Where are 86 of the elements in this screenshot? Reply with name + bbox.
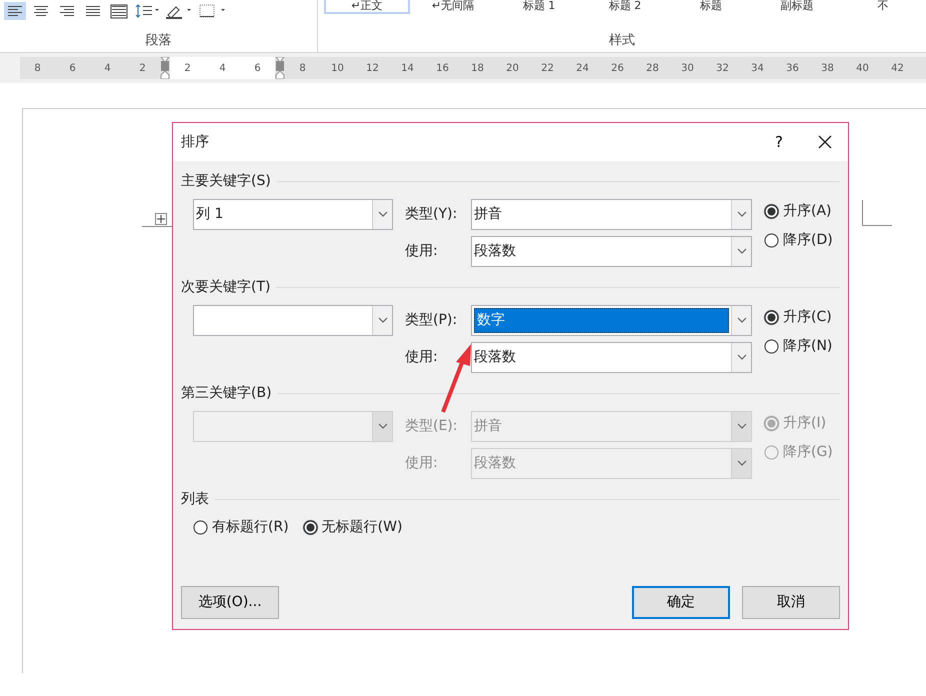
table-move-handle-icon[interactable] bbox=[155, 213, 167, 225]
table-border-line bbox=[862, 200, 892, 226]
ruler-number: 8 bbox=[33, 62, 42, 76]
chevron-icon bbox=[376, 211, 388, 218]
line-spacing-icon[interactable] bbox=[134, 3, 160, 19]
field-label: 类型(Y): bbox=[405, 205, 458, 224]
ruler-number: 18 bbox=[470, 62, 485, 76]
radio-button[interactable]: 无标题行(W) bbox=[302, 517, 402, 538]
style-gallery-item[interactable]: 标题 2 bbox=[582, 0, 668, 14]
ruler-number: 34 bbox=[750, 62, 765, 76]
style-gallery-item[interactable]: 标题 1 bbox=[496, 0, 582, 14]
style-gallery-item[interactable]: 标题 bbox=[668, 0, 754, 14]
align-right-icon[interactable] bbox=[57, 3, 77, 19]
help-button[interactable]: ? bbox=[756, 130, 802, 154]
chevron-icon bbox=[736, 354, 748, 361]
chevron-icon bbox=[736, 423, 748, 430]
dropdown-field[interactable]: 段落数 bbox=[471, 236, 752, 267]
style-gallery-item[interactable]: 副标题 bbox=[754, 0, 840, 14]
borders-icon[interactable] bbox=[198, 3, 228, 19]
ruler-number: 20 bbox=[505, 62, 520, 76]
style-gallery-item[interactable]: 不 bbox=[840, 0, 926, 14]
chevron-icon bbox=[736, 211, 748, 218]
ruler-number: 28 bbox=[645, 62, 660, 76]
ruler-number: 36 bbox=[785, 62, 800, 76]
align-left-icon[interactable] bbox=[5, 3, 25, 19]
chevron-icon bbox=[736, 460, 748, 467]
section-heading: 次要关键字(T) bbox=[181, 278, 270, 296]
ruler-number: 40 bbox=[855, 62, 870, 76]
close-icon bbox=[818, 135, 832, 149]
indent-marker-icon[interactable] bbox=[275, 57, 285, 79]
field-label: 使用: bbox=[405, 348, 439, 367]
ruler-number: 42 bbox=[890, 62, 905, 76]
dropdown-field[interactable] bbox=[193, 305, 393, 336]
ruler-number: 4 bbox=[103, 62, 112, 76]
ruler-number: 14 bbox=[400, 62, 415, 76]
dropdown-field[interactable]: 数字 bbox=[471, 305, 752, 336]
radio-button[interactable]: 有标题行(R) bbox=[193, 517, 289, 538]
ruler-number: 26 bbox=[610, 62, 625, 76]
style-gallery-item[interactable]: ↵正文 bbox=[324, 0, 410, 14]
chevron-icon bbox=[376, 423, 388, 430]
section-heading: 列表 bbox=[181, 490, 209, 508]
dropdown-field: 段落数 bbox=[471, 448, 752, 479]
arrow-annotation bbox=[441, 344, 471, 413]
group-label: 段落 bbox=[144, 32, 172, 50]
ruler-number: 2 bbox=[183, 62, 192, 76]
dialog-title: 排序 bbox=[181, 132, 209, 152]
section-heading: 第三关键字(B) bbox=[181, 384, 272, 402]
ruler-number: 16 bbox=[435, 62, 450, 76]
distributed-icon[interactable] bbox=[109, 3, 129, 19]
ruler-number: 24 bbox=[575, 62, 590, 76]
field-label: 类型(E): bbox=[405, 417, 458, 436]
ruler-number: 30 bbox=[680, 62, 695, 76]
chevron-icon bbox=[736, 317, 748, 324]
radio-button[interactable]: 升序(C) bbox=[764, 307, 832, 328]
indent-marker-icon[interactable] bbox=[160, 57, 170, 79]
chevron-icon bbox=[376, 317, 388, 324]
dropdown-field[interactable]: 段落数 bbox=[471, 342, 752, 373]
align-center-icon[interactable] bbox=[31, 3, 51, 19]
group-label: 样式 bbox=[608, 32, 636, 50]
dialog-button[interactable]: 取消 bbox=[742, 586, 840, 619]
ruler-number: 6 bbox=[68, 62, 77, 76]
field-label: 使用: bbox=[405, 242, 439, 261]
ruler-number: 12 bbox=[365, 62, 380, 76]
ruler-number: 38 bbox=[820, 62, 835, 76]
chevron-icon bbox=[736, 248, 748, 255]
ruler-number: 8 bbox=[298, 62, 307, 76]
dropdown-field[interactable]: 列 1 bbox=[193, 199, 393, 230]
radio-button[interactable]: 降序(N) bbox=[764, 336, 832, 357]
dialog-button[interactable]: 确定 bbox=[632, 586, 730, 619]
ruler-number: 6 bbox=[253, 62, 262, 76]
table-border-line bbox=[142, 226, 172, 227]
ruler-number: 10 bbox=[330, 62, 345, 76]
dialog-button[interactable]: 选项(O)... bbox=[181, 586, 279, 619]
ruler-number: 32 bbox=[715, 62, 730, 76]
field-label: 使用: bbox=[405, 454, 439, 473]
ruler-number: 4 bbox=[218, 62, 227, 76]
justify-icon[interactable] bbox=[83, 3, 103, 19]
dropdown-field[interactable]: 拼音 bbox=[471, 199, 752, 230]
radio-button[interactable]: 降序(D) bbox=[764, 230, 833, 251]
dropdown-field: 拼音 bbox=[471, 411, 752, 442]
section-heading: 主要关键字(S) bbox=[181, 172, 271, 190]
ruler-number: 22 bbox=[540, 62, 555, 76]
ruler-number: 2 bbox=[138, 62, 147, 76]
style-gallery-item[interactable]: ↵无间隔 bbox=[410, 0, 496, 14]
radio-button[interactable]: 升序(A) bbox=[764, 201, 833, 222]
field-label: 类型(P): bbox=[405, 311, 458, 330]
